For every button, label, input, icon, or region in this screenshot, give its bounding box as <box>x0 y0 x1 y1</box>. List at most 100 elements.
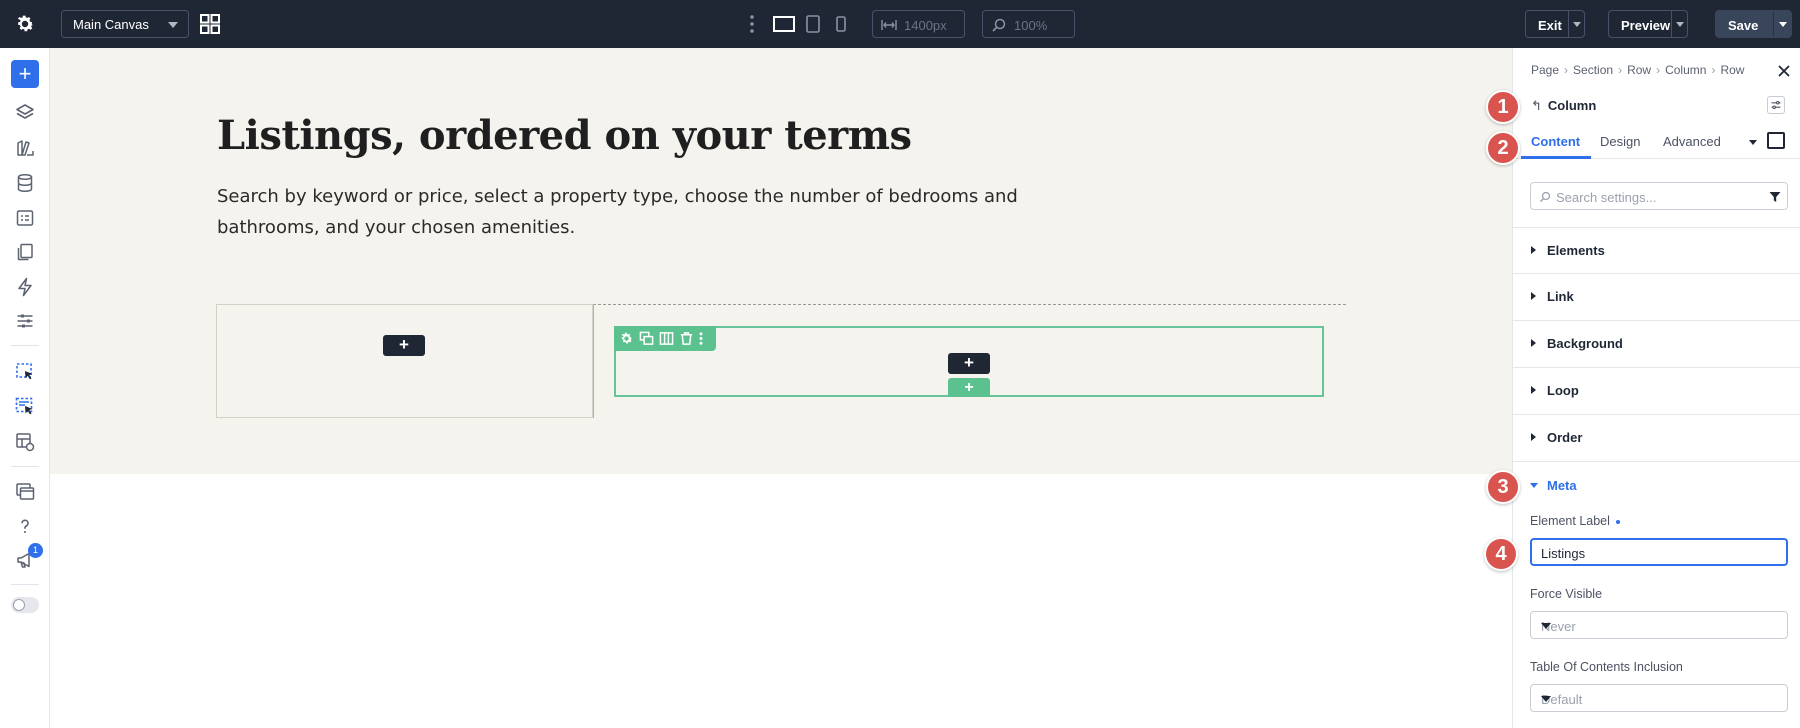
form-icon[interactable] <box>14 207 36 229</box>
lightning-icon[interactable] <box>14 276 36 298</box>
expand-caret-icon <box>1531 386 1536 394</box>
database-icon[interactable] <box>14 172 36 194</box>
canvas-select[interactable]: Main Canvas <box>61 10 189 38</box>
top-toolbar: Main Canvas 1400px 100% Exit Preview Sav… <box>0 0 1800 48</box>
presets-icon[interactable] <box>14 137 36 159</box>
force-visible-label: Force Visible <box>1530 587 1603 601</box>
exit-label: Exit <box>1538 18 1562 33</box>
element-label-input[interactable]: Listings <box>1530 538 1788 566</box>
tab-advanced[interactable]: Advanced <box>1663 134 1721 149</box>
cursor-select-icon[interactable] <box>14 361 36 383</box>
zoom-icon <box>992 18 1006 32</box>
windows-icon[interactable] <box>14 481 36 503</box>
canvas-width-field[interactable]: 1400px <box>872 10 965 38</box>
page-section[interactable]: Listings, ordered on your terms Search b… <box>50 48 1512 474</box>
modified-indicator <box>1615 519 1620 524</box>
expand-caret-icon <box>1531 292 1536 300</box>
add-element-row-button[interactable]: + <box>948 353 990 374</box>
element-title-label: Column <box>1547 98 1597 113</box>
search-placeholder: Search settings... <box>1556 190 1657 205</box>
group-label: Order <box>1547 430 1583 445</box>
pages-icon[interactable] <box>14 241 36 263</box>
tab-content[interactable]: Content <box>1531 134 1580 149</box>
delete-icon[interactable] <box>679 331 694 346</box>
expand-caret-icon <box>1531 433 1536 441</box>
group-link[interactable]: Link <box>1513 274 1800 321</box>
preview-button[interactable]: Preview <box>1608 10 1688 38</box>
filter-icon[interactable] <box>1769 191 1781 203</box>
add-element-button[interactable]: + <box>11 60 39 88</box>
save-button[interactable]: Save <box>1715 10 1792 38</box>
breadcrumb: Page › Section › Row › Column › Row <box>1531 63 1744 77</box>
force-visible-select[interactable]: Never <box>1530 611 1788 639</box>
settings-panel: Page › Section › Row › Column › Row ↰ Column Cont… <box>1512 48 1800 728</box>
section-heading[interactable]: Listings, ordered on your terms <box>217 112 912 159</box>
group-label: Link <box>1547 289 1574 304</box>
group-label: Elements <box>1547 243 1605 258</box>
search-icon <box>1540 191 1551 202</box>
layers-icon[interactable] <box>14 102 36 124</box>
add-row-button[interactable]: + <box>948 378 990 397</box>
row-settings-gear-icon[interactable] <box>619 331 634 346</box>
preview-label: Preview <box>1621 18 1671 33</box>
tab-design[interactable]: Design <box>1600 134 1640 149</box>
group-loop[interactable]: Loop <box>1513 368 1800 415</box>
close-icon[interactable] <box>1777 64 1791 78</box>
wireframe-view-icon[interactable] <box>1767 132 1785 149</box>
group-meta[interactable]: Meta <box>1547 478 1577 493</box>
multi-select-icon[interactable] <box>14 396 36 418</box>
breadcrumb-section[interactable]: Section <box>1573 63 1613 77</box>
group-background[interactable]: Background <box>1513 321 1800 368</box>
notification-badge: 1 <box>28 543 43 558</box>
panel-tabs: Content Design Advanced <box>1513 126 1800 159</box>
sliders-icon[interactable] <box>14 310 36 332</box>
exit-button[interactable]: Exit <box>1525 10 1585 38</box>
back-arrow-icon[interactable]: ↰ <box>1531 98 1542 113</box>
zoom-value: 100% <box>1014 18 1048 33</box>
callout-marker-4: 4 <box>1484 537 1518 571</box>
help-icon[interactable] <box>14 515 36 537</box>
row-toolbar <box>614 326 716 351</box>
desktop-view-icon[interactable] <box>772 13 796 35</box>
group-order[interactable]: Order <box>1513 415 1800 462</box>
zoom-field[interactable]: 100% <box>982 10 1075 38</box>
add-element-column-button[interactable]: + <box>383 335 425 356</box>
section-subtext[interactable]: Search by keyword or price, select a pro… <box>217 181 1077 243</box>
toc-inclusion-select[interactable]: Default <box>1530 684 1788 712</box>
row-more-icon[interactable] <box>697 331 705 346</box>
tablet-view-icon[interactable] <box>804 13 822 35</box>
preview-options-chevron-icon[interactable] <box>1676 22 1684 27</box>
toggle-icon[interactable] <box>11 597 39 613</box>
left-toolbar: + 1 <box>0 48 50 728</box>
breadcrumb-page[interactable]: Page <box>1531 63 1559 77</box>
callout-marker-1: 1 <box>1486 90 1520 124</box>
settings-search-input[interactable]: Search settings... <box>1530 182 1788 210</box>
more-vertical-icon[interactable] <box>749 14 755 34</box>
more-tabs-chevron-icon[interactable] <box>1749 140 1757 145</box>
breadcrumb-current-row[interactable]: Row <box>1720 63 1744 77</box>
save-label: Save <box>1728 18 1759 33</box>
active-tab-indicator <box>1521 156 1591 159</box>
grid-icon[interactable] <box>199 13 221 35</box>
phone-view-icon[interactable] <box>834 13 848 35</box>
settings-gear-icon[interactable] <box>14 13 36 35</box>
breadcrumb-separator-icon: › <box>1618 63 1623 77</box>
expand-caret-icon <box>1531 246 1536 254</box>
canvas-width-value: 1400px <box>904 18 947 33</box>
chevron-down-icon <box>168 22 178 28</box>
columns-icon[interactable] <box>659 331 674 346</box>
library-icon[interactable] <box>14 431 36 453</box>
chevron-down-icon <box>1541 696 1551 702</box>
left-column[interactable]: + <box>216 304 593 418</box>
breadcrumb-separator-icon: › <box>1711 63 1716 77</box>
breadcrumb-column[interactable]: Column <box>1665 63 1706 77</box>
breadcrumb-separator-icon: › <box>1656 63 1661 77</box>
exit-options-chevron-icon[interactable] <box>1573 22 1581 27</box>
breadcrumb-row[interactable]: Row <box>1627 63 1651 77</box>
group-label: Loop <box>1547 383 1579 398</box>
save-options-chevron-icon[interactable] <box>1779 22 1787 27</box>
collapse-caret-icon[interactable] <box>1530 483 1538 488</box>
duplicate-icon[interactable] <box>639 331 654 346</box>
group-elements[interactable]: Elements <box>1513 227 1800 274</box>
element-options-icon[interactable] <box>1767 96 1785 114</box>
